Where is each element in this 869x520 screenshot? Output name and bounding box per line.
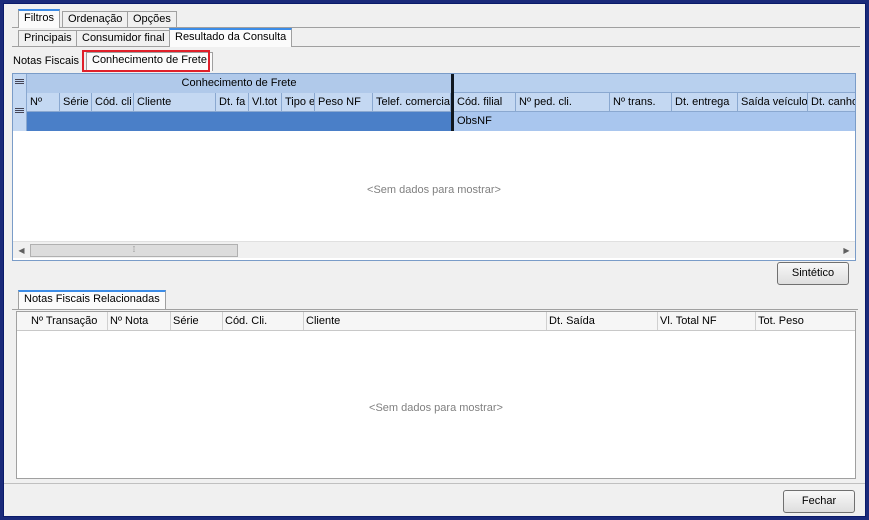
tab-resultado-consulta[interactable]: Resultado da Consulta (169, 28, 293, 47)
col-dt-saida[interactable]: Dt. Saída (547, 312, 658, 330)
top-tabstrip: Filtros Ordenação Opções (12, 9, 862, 28)
main-window: Filtros Ordenação Opções Principais Cons… (3, 3, 866, 517)
obs-nf-label: ObsNF (454, 112, 855, 131)
selected-row-left (27, 112, 451, 131)
tab-notas-fiscais[interactable]: Notas Fiscais (8, 54, 84, 71)
col-cliente[interactable]: Cliente (134, 93, 216, 111)
col-tot-peso[interactable]: Tot. Peso (756, 312, 855, 330)
band-title: Conhecimento de Frete (27, 74, 451, 93)
horizontal-scrollbar[interactable]: ◀ ⁞ ▶ (13, 241, 855, 258)
tab-highlight-box (82, 50, 210, 72)
col-peso-nf[interactable]: Peso NF (315, 93, 373, 111)
col-serie-lower[interactable]: Série (171, 312, 223, 330)
scroll-left-icon[interactable]: ◀ (13, 242, 30, 259)
col-dt-entrega[interactable]: Dt. entrega (672, 93, 738, 111)
lower-empty-message: <Sem dados para mostrar> (369, 402, 503, 414)
sub-tabstrip: Principais Consumidor final Resultado da… (12, 28, 862, 47)
col-serie[interactable]: Série (60, 93, 92, 111)
bottom-separator (4, 483, 865, 484)
tab-filtros[interactable]: Filtros (18, 9, 60, 28)
tab-opcoes[interactable]: Opções (127, 11, 177, 28)
scroll-right-icon[interactable]: ▶ (838, 242, 855, 259)
col-num-transacao[interactable]: Nº Transação (29, 312, 108, 330)
col-telef-comercial[interactable]: Telef. comercia (373, 93, 451, 111)
sintetico-button[interactable]: Sintético (777, 262, 849, 285)
col-saida-veiculo[interactable]: Saída veículo (738, 93, 808, 111)
tab-consumidor-final[interactable]: Consumidor final (76, 30, 171, 47)
scroll-thumb[interactable]: ⁞ (30, 244, 238, 257)
col-num-nota[interactable]: Nº Nota (108, 312, 171, 330)
column-chooser-icon (15, 79, 24, 88)
tab-ordenacao[interactable]: Ordenação (62, 11, 129, 28)
frete-grid: Conhecimento de Frete Nº Série Cód. cli … (12, 73, 856, 261)
fechar-button[interactable]: Fechar (783, 490, 855, 513)
tab-principais[interactable]: Principais (18, 30, 78, 47)
empty-message: <Sem dados para mostrar> (367, 184, 501, 196)
col-num-ped-cli[interactable]: Nº ped. cli. (516, 93, 610, 111)
col-dt-canhoto[interactable]: Dt. canho (808, 93, 855, 111)
band-separator (451, 74, 454, 131)
selected-row[interactable]: ObsNF (13, 112, 855, 131)
col-tipo-e[interactable]: Tipo e (282, 93, 315, 111)
col-dt-fa[interactable]: Dt. fa (216, 93, 249, 111)
col-cod-cli-lower[interactable]: Cód. Cli. (223, 312, 304, 330)
tab-notas-fiscais-relacionadas[interactable]: Notas Fiscais Relacionadas (18, 290, 166, 309)
lower-tabstrip: Notas Fiscais Relacionadas (18, 290, 218, 309)
col-vl-total-nf[interactable]: Vl. Total NF (658, 312, 756, 330)
lower-tab-line (12, 309, 858, 310)
col-numero[interactable]: Nº (27, 93, 60, 111)
col-cliente-lower[interactable]: Cliente (304, 312, 547, 330)
col-num-trans[interactable]: Nº trans. (610, 93, 672, 111)
column-header-row: Nº Série Cód. cli Cliente Dt. fa Vl.tot … (13, 93, 855, 112)
col-cod-filial[interactable]: Cód. filial (454, 93, 516, 111)
notas-relacionadas-grid: Nº Transação Nº Nota Série Cód. Cli. Cli… (16, 311, 856, 479)
col-cod-cli[interactable]: Cód. cli (92, 93, 134, 111)
sub-tab-line (12, 46, 860, 47)
lower-column-header-row: Nº Transação Nº Nota Série Cód. Cli. Cli… (17, 312, 855, 331)
band-header-row: Conhecimento de Frete (13, 74, 855, 93)
band-indicator[interactable] (13, 74, 27, 93)
col-vl-tot[interactable]: Vl.tot (249, 93, 282, 111)
